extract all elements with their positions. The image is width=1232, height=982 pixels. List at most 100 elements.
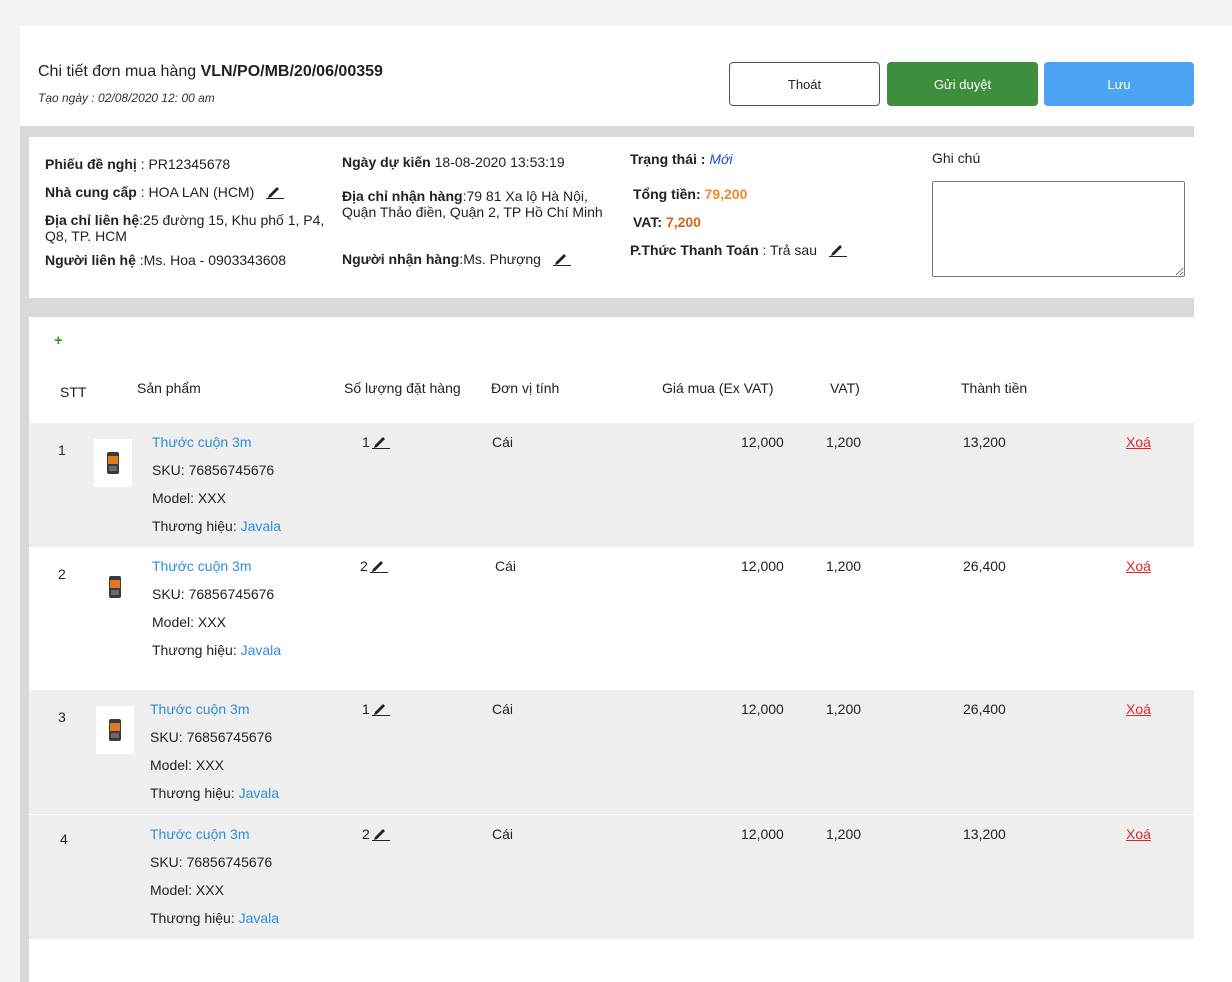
header-unit: Đơn vị tính bbox=[491, 380, 560, 396]
quantity-value: 2 bbox=[362, 826, 370, 842]
quantity-cell: 2 bbox=[362, 826, 390, 844]
payment-field: P.Thức Thanh Toán : Trả sau bbox=[630, 242, 847, 258]
row-stt: 1 bbox=[58, 442, 66, 458]
row-total-cell: 13,200 bbox=[963, 434, 1006, 450]
delete-link[interactable]: Xoá bbox=[1126, 826, 1151, 842]
supplier-value: : HOA LAN (HCM) bbox=[136, 184, 255, 200]
quantity-value: 1 bbox=[362, 434, 370, 450]
title-prefix: Chi tiết đơn mua hàng bbox=[38, 63, 197, 80]
edit-quantity-pencil-icon[interactable] bbox=[368, 559, 388, 576]
receiver-label: Người nhận hàng bbox=[342, 251, 460, 267]
price-cell: 12,000 bbox=[741, 434, 784, 450]
product-brand: Thương hiệu: Javala bbox=[152, 642, 281, 658]
vat-value: 7,200 bbox=[665, 214, 701, 230]
unit-cell: Cái bbox=[495, 558, 517, 574]
note-textarea[interactable] bbox=[932, 181, 1185, 277]
page-title: Chi tiết đơn mua hàng VLN/PO/MB/20/06/00… bbox=[38, 63, 383, 81]
exit-button[interactable]: Thoát bbox=[729, 62, 880, 106]
brand-link[interactable]: Javala bbox=[241, 642, 281, 658]
product-sku: SKU: 76856745676 bbox=[152, 586, 275, 602]
product-model: Model: XXX bbox=[150, 882, 224, 898]
unit-cell: Cái bbox=[492, 701, 514, 717]
product-brand: Thương hiệu: Javala bbox=[150, 785, 279, 801]
product-model: Model: XXX bbox=[152, 490, 226, 506]
delivery-address-label: Địa chỉ nhận hàng bbox=[342, 188, 463, 204]
po-code: VLN/PO/MB/20/06/00359 bbox=[200, 63, 383, 80]
brand-label: Thương hiệu: bbox=[152, 642, 241, 658]
submit-approval-button[interactable]: Gửi duyệt bbox=[887, 62, 1038, 106]
tape-measure-icon bbox=[94, 439, 132, 487]
total-value: 79,200 bbox=[704, 186, 748, 202]
product-brand: Thương hiệu: Javala bbox=[150, 910, 279, 926]
created-date: Tạo ngày : 02/08/2020 12: 00 am bbox=[38, 91, 215, 105]
save-button[interactable]: Lưu bbox=[1044, 62, 1194, 106]
row-stt: 3 bbox=[58, 709, 66, 725]
contact-person-value: :Ms. Hoa - 0903343608 bbox=[135, 252, 287, 268]
delete-link[interactable]: Xoá bbox=[1126, 558, 1151, 574]
price-cell: 12,000 bbox=[741, 826, 784, 842]
unit-cell: Cái bbox=[492, 434, 514, 450]
request-label: Phiếu đề nghị bbox=[45, 156, 137, 172]
payment-label: P.Thức Thanh Toán bbox=[630, 242, 759, 258]
header-price: Giá mua (Ex VAT) bbox=[662, 380, 774, 396]
row-stt: 4 bbox=[60, 831, 68, 847]
quantity-cell: 1 bbox=[362, 434, 390, 452]
edit-quantity-pencil-icon[interactable] bbox=[370, 435, 390, 452]
product-sku: SKU: 76856745676 bbox=[150, 729, 273, 745]
delete-link[interactable]: Xoá bbox=[1126, 434, 1151, 450]
quantity-cell: 1 bbox=[362, 701, 390, 719]
product-model: Model: XXX bbox=[150, 757, 224, 773]
brand-label: Thương hiệu: bbox=[150, 910, 239, 926]
tape-measure-icon bbox=[96, 563, 134, 611]
note-label: Ghi chú bbox=[932, 150, 981, 166]
request-value: : PR12345678 bbox=[136, 156, 231, 172]
quantity-value: 1 bbox=[362, 701, 370, 717]
expected-date-field: Ngày dự kiến 18-08-2020 13:53:19 bbox=[342, 154, 565, 170]
product-name-link[interactable]: Thước cuộn 3m bbox=[150, 701, 249, 717]
header-stt: STT bbox=[60, 384, 87, 400]
status-label: Trạng thái : bbox=[630, 151, 706, 167]
expected-date-label: Ngày dự kiến bbox=[342, 154, 431, 170]
header-product: Sản phẩm bbox=[137, 380, 201, 396]
expected-date-value: 18-08-2020 13:53:19 bbox=[430, 154, 565, 170]
vat-cell: 1,200 bbox=[826, 558, 862, 574]
supplier-field: Nhà cung cấp : HOA LAN (HCM) bbox=[45, 184, 285, 200]
receiver-value: :Ms. Phượng bbox=[459, 251, 541, 267]
edit-quantity-pencil-icon[interactable] bbox=[370, 702, 390, 719]
header-qty: Số lượng đặt hàng bbox=[344, 380, 461, 396]
brand-label: Thương hiệu: bbox=[150, 785, 239, 801]
vat-field: VAT: 7,200 bbox=[633, 214, 701, 230]
row-stt: 2 bbox=[58, 566, 66, 582]
supplier-label: Nhà cung cấp bbox=[45, 184, 137, 200]
vat-label: VAT: bbox=[633, 214, 663, 230]
edit-payment-pencil-icon[interactable] bbox=[828, 243, 847, 258]
product-sku: SKU: 76856745676 bbox=[150, 854, 273, 870]
section-divider bbox=[29, 298, 1194, 317]
contact-person-label: Người liên hệ bbox=[45, 252, 136, 268]
vat-cell: 1,200 bbox=[826, 434, 862, 450]
contact-address-label: Địa chỉ liên hệ bbox=[45, 212, 140, 228]
brand-link[interactable]: Javala bbox=[241, 518, 281, 534]
contact-person-field: Người liên hệ :Ms. Hoa - 0903343608 bbox=[45, 252, 286, 268]
product-name-link[interactable]: Thước cuộn 3m bbox=[150, 826, 249, 842]
edit-receiver-pencil-icon[interactable] bbox=[552, 252, 571, 267]
edit-quantity-pencil-icon[interactable] bbox=[370, 827, 390, 844]
product-sku: SKU: 76856745676 bbox=[152, 462, 275, 478]
quantity-value: 2 bbox=[360, 558, 368, 574]
left-rail bbox=[20, 126, 29, 982]
delete-link[interactable]: Xoá bbox=[1126, 701, 1151, 717]
row-total-cell: 26,400 bbox=[963, 701, 1006, 717]
receiver-field: Người nhận hàng:Ms. Phượng bbox=[342, 251, 571, 267]
vat-cell: 1,200 bbox=[826, 826, 862, 842]
add-product-plus-icon[interactable]: + bbox=[54, 332, 63, 349]
product-name-link[interactable]: Thước cuộn 3m bbox=[152, 434, 251, 450]
unit-cell: Cái bbox=[492, 826, 514, 842]
brand-link[interactable]: Javala bbox=[239, 785, 279, 801]
request-field: Phiếu đề nghị : PR12345678 bbox=[45, 156, 230, 172]
product-name-link[interactable]: Thước cuộn 3m bbox=[152, 558, 251, 574]
header-total: Thành tiền bbox=[961, 380, 1028, 396]
edit-supplier-pencil-icon[interactable] bbox=[266, 185, 285, 200]
total-field: Tổng tiền: 79,200 bbox=[633, 186, 747, 202]
brand-link[interactable]: Javala bbox=[239, 910, 279, 926]
row-total-cell: 26,400 bbox=[963, 558, 1006, 574]
